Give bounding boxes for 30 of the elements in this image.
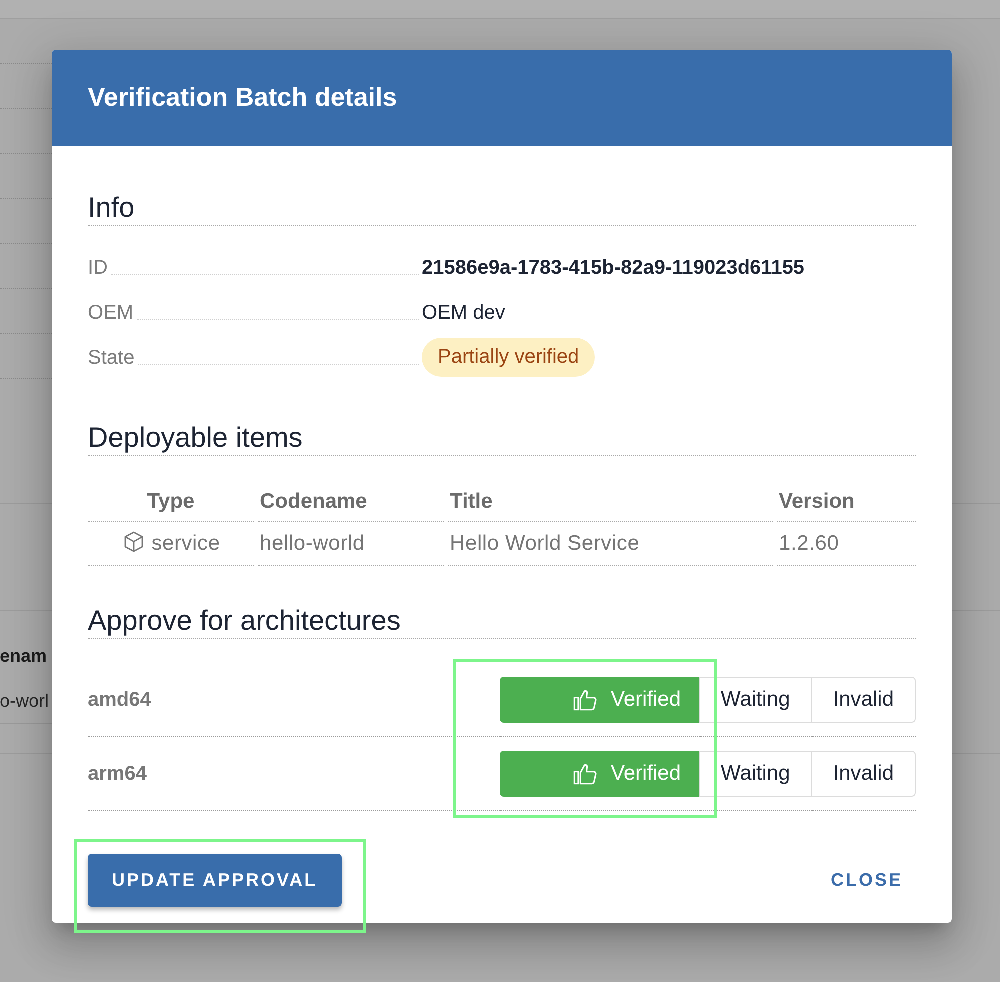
approval-option[interactable]: Invalid: [811, 677, 916, 723]
architecture-name: amd64: [88, 688, 152, 713]
table-cell: hello-world: [258, 522, 444, 566]
close-button[interactable]: CLOSE: [818, 857, 916, 904]
field-label: ID: [88, 256, 108, 280]
section-heading: Deployable items: [88, 421, 916, 456]
column-header: Version: [777, 482, 916, 522]
thumbs-up-icon: [573, 762, 597, 786]
field-value: OEM dev: [422, 300, 506, 326]
thumbs-up-icon: [573, 688, 597, 712]
field-label: State: [88, 346, 135, 370]
architecture-name: arm64: [88, 762, 147, 787]
column-header: Codename: [258, 482, 444, 522]
table-cell: 1.2.60: [777, 522, 916, 566]
field-label: OEM: [88, 300, 134, 324]
field-value: 21586e9a-1783-415b-82a9-119023d61155: [422, 256, 805, 280]
column-header: Title: [448, 482, 773, 522]
table-cell: service: [88, 522, 254, 566]
approval-option[interactable]: Waiting: [699, 677, 812, 723]
table-cell-text: o-worl: [0, 690, 50, 713]
approval-option[interactable]: Waiting: [699, 751, 812, 797]
section-heading: Approve for architectures: [88, 604, 916, 639]
section-heading: Info: [88, 191, 916, 226]
column-header-text: enam: [0, 645, 48, 668]
table-cell: Hello World Service: [448, 522, 773, 566]
state-badge: Partially verified: [422, 338, 596, 377]
dialog-title: Verification Batch details: [88, 82, 398, 114]
approval-option[interactable]: Invalid: [811, 751, 916, 797]
column-header: Type: [88, 482, 254, 522]
update-approval-button[interactable]: UPDATE APPROVAL: [88, 854, 342, 907]
